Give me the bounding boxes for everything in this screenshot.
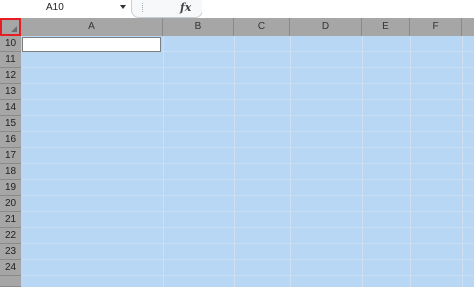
grip-icon[interactable]	[142, 3, 145, 12]
row-header-12[interactable]: 12	[0, 68, 21, 84]
row-header-15[interactable]: 15	[0, 116, 21, 132]
selected-cell-range[interactable]	[21, 36, 474, 287]
name-box[interactable]: A10	[0, 0, 126, 17]
formula-controls: fx	[131, 0, 203, 18]
formula-bar-row: A10 fx	[0, 0, 474, 19]
column-header-f[interactable]: F	[410, 18, 462, 36]
column-gridline	[462, 36, 463, 287]
row-header-16[interactable]: 16	[0, 132, 21, 148]
select-all-button[interactable]	[0, 18, 21, 36]
select-all-triangle-icon	[11, 26, 17, 32]
column-gridline	[362, 36, 363, 287]
row-header-23[interactable]: 23	[0, 244, 21, 260]
column-header-b[interactable]: B	[163, 18, 234, 36]
column-header-a[interactable]: A	[21, 18, 163, 36]
row-header-19[interactable]: 19	[0, 180, 21, 196]
column-header-g[interactable]	[462, 18, 474, 36]
row-header-10[interactable]: 10	[0, 36, 21, 52]
row-header-11[interactable]: 11	[0, 52, 21, 68]
column-header-c[interactable]: C	[234, 18, 290, 36]
active-cell-a10[interactable]	[22, 37, 161, 52]
chevron-down-icon[interactable]	[120, 5, 126, 9]
column-header-e[interactable]: E	[362, 18, 410, 36]
row-header-24[interactable]: 24	[0, 260, 21, 276]
formula-input[interactable]	[202, 0, 474, 17]
column-gridline	[290, 36, 291, 287]
row-header-17[interactable]: 17	[0, 148, 21, 164]
row-header-13[interactable]: 13	[0, 84, 21, 100]
column-gridline	[410, 36, 411, 287]
insert-function-button[interactable]: fx	[180, 1, 191, 14]
row-header-25[interactable]	[0, 276, 21, 287]
row-header-21[interactable]: 21	[0, 212, 21, 228]
row-header-20[interactable]: 20	[0, 196, 21, 212]
row-header-18[interactable]: 18	[0, 164, 21, 180]
column-gridline	[234, 36, 235, 287]
column-gridline	[163, 36, 164, 287]
worksheet-grid: A B C D E F 10 11 12 13 14 15 16 17 18 1…	[0, 18, 474, 287]
row-header-22[interactable]: 22	[0, 228, 21, 244]
row-header-14[interactable]: 14	[0, 100, 21, 116]
column-header-d[interactable]: D	[290, 18, 362, 36]
name-box-value: A10	[46, 2, 64, 13]
